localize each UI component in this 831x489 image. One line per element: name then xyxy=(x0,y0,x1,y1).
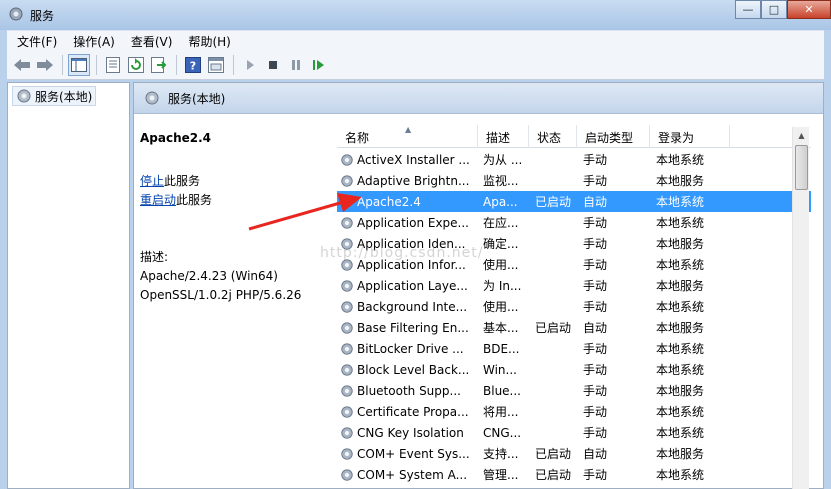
annotation-arrow-shaft xyxy=(248,199,348,231)
annotation-arrow-head xyxy=(337,193,362,212)
annotation-arrow xyxy=(248,193,362,231)
